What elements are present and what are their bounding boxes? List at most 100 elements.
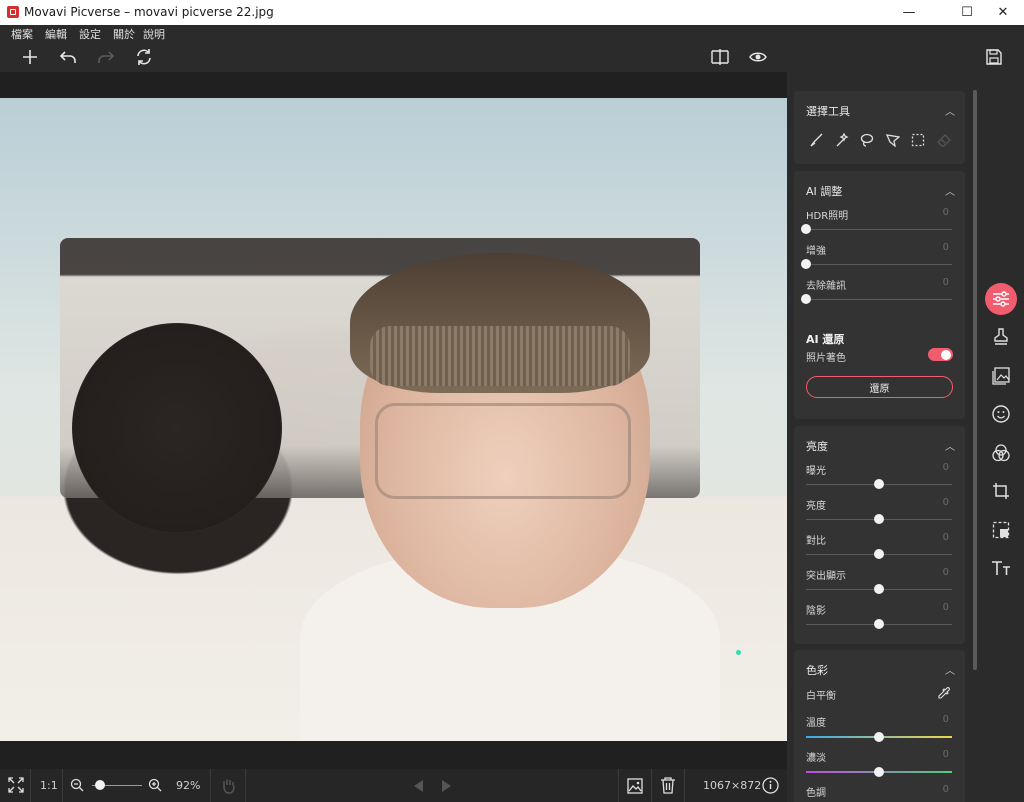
- highlights-label: 突出顯示: [806, 571, 846, 582]
- crop-icon[interactable]: [985, 475, 1017, 507]
- adjustments-panel: 選擇工具 ︿ AI 調整 ︿ HDR照明 0 增強 0 去除雜訊 0 AI 還原…: [787, 72, 977, 802]
- slider-knob[interactable]: [874, 732, 884, 742]
- highlights-slider[interactable]: [806, 584, 952, 594]
- window-title: Movavi Picverse – movavi picverse 22.jpg: [24, 5, 274, 19]
- lasso-icon[interactable]: [858, 131, 876, 149]
- shadows-value: 0: [942, 602, 949, 613]
- menu-about[interactable]: 關於: [113, 26, 135, 42]
- polygon-lasso-icon[interactable]: [884, 131, 902, 149]
- white-balance-label: 白平衡: [806, 691, 836, 702]
- color-circles-icon[interactable]: [985, 437, 1017, 469]
- selection-tools-card: 選擇工具 ︿: [794, 91, 965, 164]
- collapse-chevron-icon[interactable]: ︿: [945, 103, 955, 118]
- collapse-chevron-icon[interactable]: ︿: [945, 662, 955, 677]
- hdr-light-slider[interactable]: [801, 224, 952, 234]
- delete-icon[interactable]: [660, 777, 676, 797]
- contrast-slider[interactable]: [806, 549, 952, 559]
- divider: [210, 769, 211, 802]
- slider-knob[interactable]: [874, 619, 884, 629]
- zoom-out-icon[interactable]: [70, 778, 84, 795]
- exposure-value: 0: [942, 462, 949, 473]
- hue-label: 色調: [806, 788, 826, 799]
- ai-restore-title: AI 還原: [806, 333, 845, 346]
- slider-knob[interactable]: [874, 479, 884, 489]
- brush-icon[interactable]: [807, 131, 825, 149]
- divider: [651, 769, 652, 802]
- highlights-value: 0: [942, 567, 949, 578]
- menu-edit[interactable]: 編輯: [45, 26, 67, 42]
- slider-knob[interactable]: [874, 514, 884, 524]
- divider: [245, 769, 246, 802]
- slider-knob[interactable]: [874, 584, 884, 594]
- redo-icon[interactable]: [94, 45, 118, 69]
- photo-canvas[interactable]: [0, 98, 787, 741]
- text-icon[interactable]: [985, 552, 1017, 584]
- exposure-slider[interactable]: [806, 479, 952, 489]
- zoom-slider-knob[interactable]: [94, 780, 105, 790]
- close-button[interactable]: ✕: [980, 0, 1024, 25]
- enhance-slider[interactable]: [801, 259, 952, 269]
- next-image-icon[interactable]: [441, 779, 453, 796]
- photo-headband: [370, 326, 630, 386]
- select-area-icon[interactable]: [985, 514, 1017, 546]
- tint-slider[interactable]: [806, 767, 952, 777]
- zoom-in-icon[interactable]: [148, 778, 162, 795]
- slider-knob[interactable]: [801, 294, 811, 304]
- enhance-label: 增強: [806, 246, 826, 257]
- contrast-label: 對比: [806, 536, 826, 547]
- slider-knob[interactable]: [801, 259, 811, 269]
- fit-screen-icon[interactable]: [8, 777, 24, 796]
- collapse-chevron-icon[interactable]: ︿: [945, 183, 955, 198]
- temperature-slider[interactable]: [806, 732, 952, 742]
- divider: [618, 769, 619, 802]
- image-icon[interactable]: [985, 360, 1017, 392]
- colorize-label: 照片著色: [806, 353, 846, 364]
- toolbar: [0, 41, 1024, 72]
- magic-wand-icon[interactable]: [833, 131, 851, 149]
- slider-knob[interactable]: [801, 224, 811, 234]
- toggle-knob: [941, 349, 951, 360]
- denoise-slider[interactable]: [801, 294, 952, 304]
- adjust-sliders-icon[interactable]: [985, 283, 1017, 315]
- undo-icon[interactable]: [56, 45, 80, 69]
- compare-icon[interactable]: [708, 45, 732, 69]
- add-icon[interactable]: [18, 45, 42, 69]
- restore-button[interactable]: 還原: [806, 376, 953, 398]
- minimize-button[interactable]: —: [886, 0, 932, 25]
- denoise-value: 0: [942, 277, 949, 288]
- brightness-card: 亮度 ︿ 曝光 0 亮度 0 對比 0 突出顯示 0 陰影 0: [794, 426, 965, 644]
- menu-help[interactable]: 說明: [143, 26, 165, 42]
- brightness-slider[interactable]: [806, 514, 952, 524]
- image-dimensions: 1067×872: [703, 779, 762, 792]
- face-icon[interactable]: [985, 398, 1017, 430]
- photo-speaker: [72, 323, 282, 533]
- image-gallery-icon[interactable]: [627, 778, 643, 797]
- menu-settings[interactable]: 設定: [79, 26, 101, 42]
- info-icon[interactable]: [762, 777, 779, 797]
- tool-sidebar: [977, 72, 1024, 802]
- previous-image-icon[interactable]: [412, 779, 424, 796]
- ratio-1-1-button[interactable]: 1:1: [40, 779, 58, 792]
- shadows-slider[interactable]: [806, 619, 952, 629]
- rect-select-icon[interactable]: [909, 131, 927, 149]
- slider-knob[interactable]: [874, 549, 884, 559]
- eraser-icon[interactable]: [935, 131, 953, 149]
- slider-knob[interactable]: [874, 767, 884, 777]
- color-title: 色彩: [806, 664, 828, 677]
- cursor-dot: [736, 650, 741, 655]
- photo-glasses: [375, 403, 631, 499]
- save-icon[interactable]: [982, 45, 1006, 69]
- collapse-chevron-icon[interactable]: ︿: [945, 438, 955, 453]
- ai-adjust-title: AI 調整: [806, 185, 843, 198]
- brightness-value: 0: [942, 497, 949, 508]
- divider: [684, 769, 685, 802]
- hand-tool-icon[interactable]: [221, 778, 235, 797]
- enhance-value: 0: [942, 242, 949, 253]
- reset-icon[interactable]: [132, 45, 156, 69]
- menu-file[interactable]: 檔案: [11, 26, 33, 42]
- denoise-label: 去除雜訊: [806, 281, 846, 292]
- eyedropper-icon[interactable]: [937, 685, 951, 704]
- preview-eye-icon[interactable]: [746, 45, 770, 69]
- stamp-icon[interactable]: [985, 321, 1017, 353]
- colorize-toggle[interactable]: [928, 348, 953, 361]
